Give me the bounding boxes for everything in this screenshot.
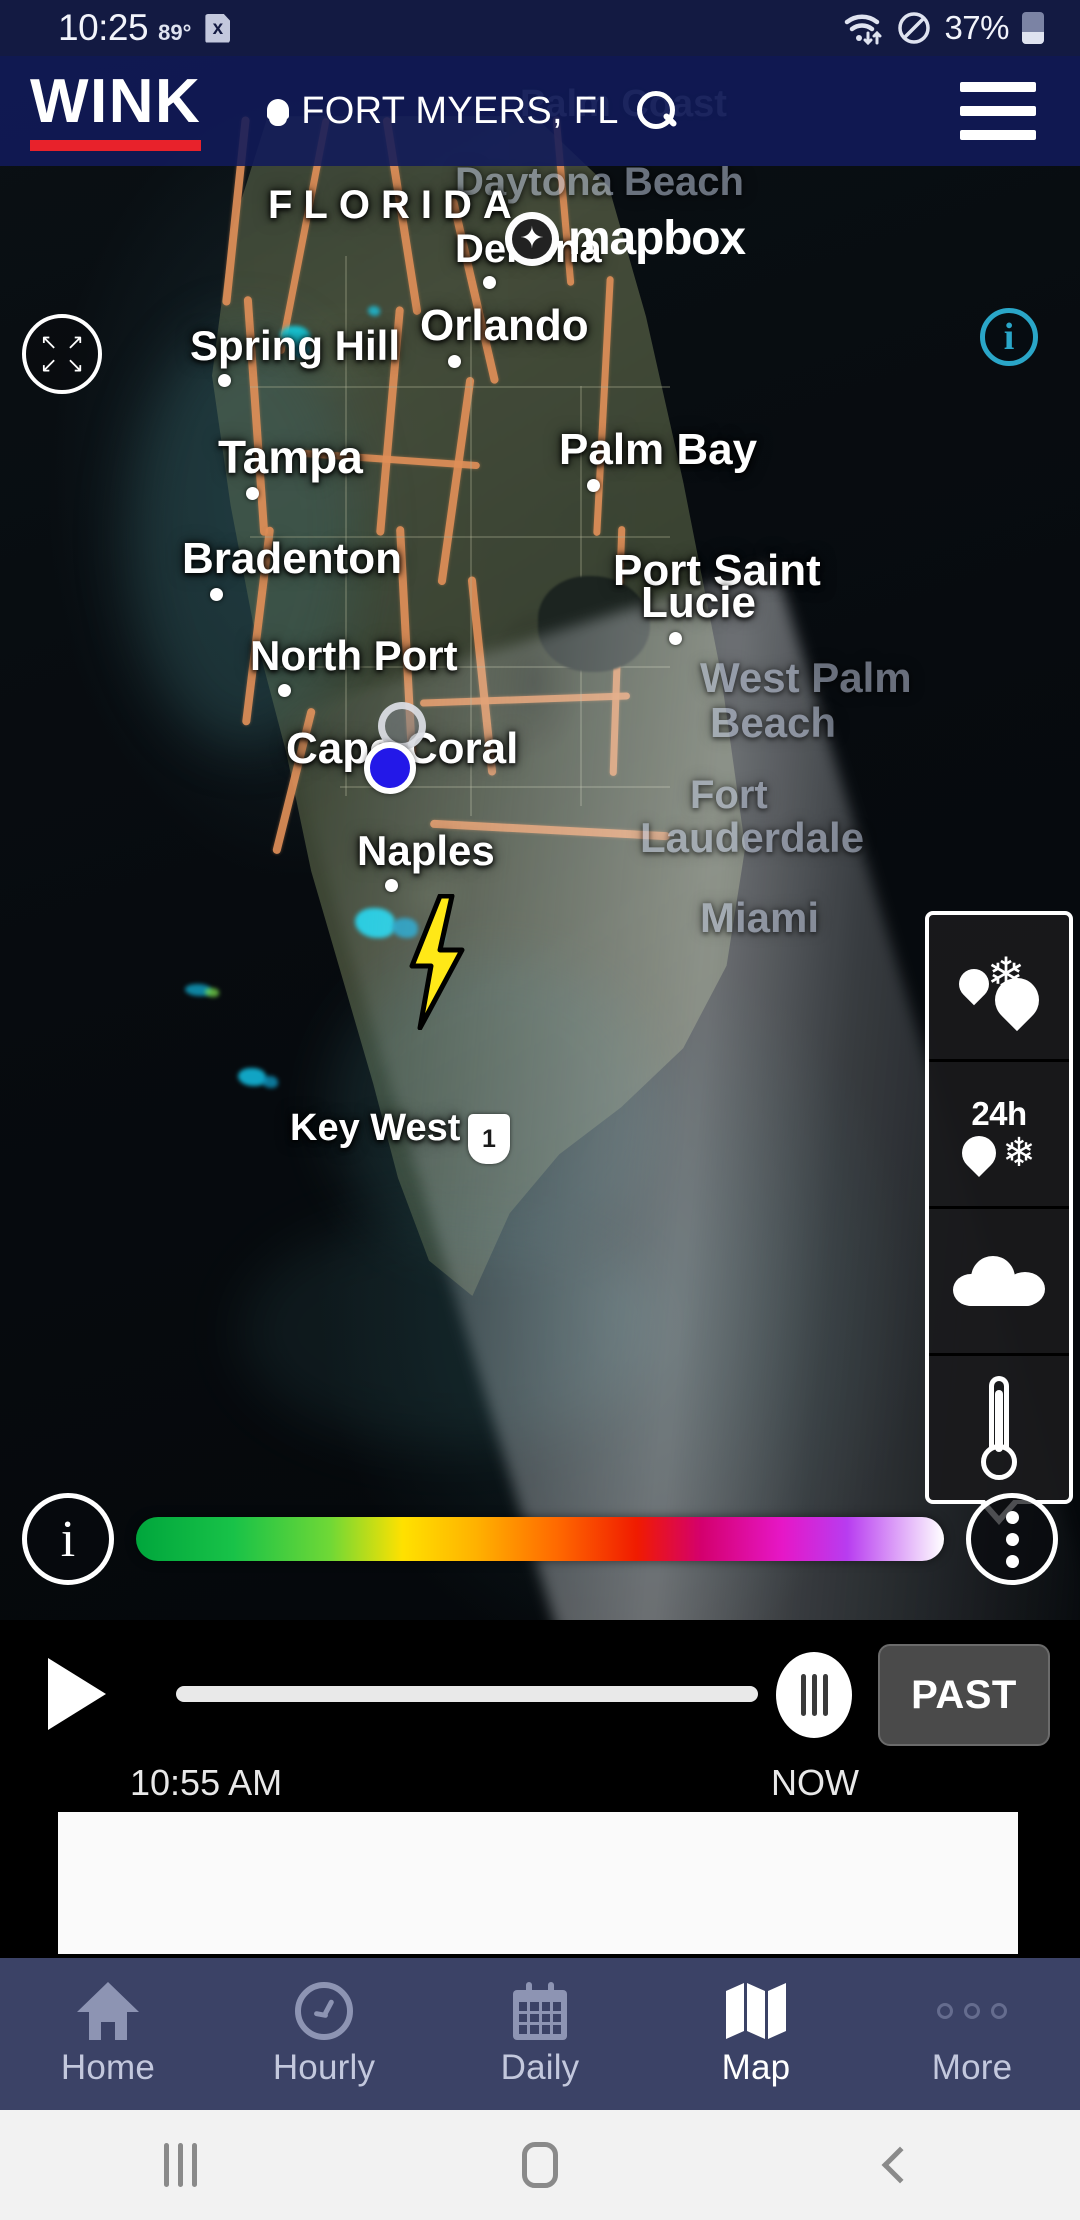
past-button-label: PAST (911, 1672, 1017, 1717)
layer-24h-label: 24h (971, 1095, 1027, 1132)
home-icon (77, 1980, 139, 2042)
nav-item-map[interactable]: Map (648, 1980, 864, 2088)
shallow-water-glow (330, 956, 660, 1256)
status-bar-left: 10:25 89° (0, 7, 231, 49)
county-boundary (470, 316, 472, 816)
play-icon[interactable] (48, 1658, 106, 1730)
battery-icon (1022, 12, 1044, 44)
sim-card-x-icon (205, 13, 231, 43)
map-city-dot (246, 487, 259, 500)
route-shield: 1 (468, 1114, 510, 1164)
county-boundary (250, 386, 670, 388)
map-city-dot (210, 588, 223, 601)
map-city-dot (669, 632, 682, 645)
nav-label-more: More (931, 2048, 1013, 2087)
nav-item-hourly[interactable]: Hourly (216, 1980, 432, 2088)
map-city-dot (278, 684, 291, 697)
home-pill-icon[interactable] (360, 2110, 720, 2220)
shallow-water-glow (240, 1216, 660, 1446)
map-icon (724, 1980, 788, 2042)
radar-echo (262, 1076, 278, 1088)
lake-okeechobee (538, 576, 650, 672)
mapbox-attribution[interactable]: ✦ mapbox (505, 211, 746, 266)
nav-item-daily[interactable]: Daily (432, 1980, 648, 2088)
scrubber-handle-icon[interactable] (776, 1652, 852, 1738)
map-city-dot (448, 355, 461, 368)
wink-logo-underline (30, 140, 202, 151)
radar-echo (292, 344, 310, 358)
app-screen: Palm CoastDaytona BeachDeltonaSpring Hil… (0, 0, 1080, 2220)
radar-legend-row: i (0, 1480, 1080, 1598)
bottom-navigation: Home Hourly Daily Map More (0, 1958, 1080, 2110)
radar-echo (368, 306, 380, 316)
current-location-dot[interactable] (364, 742, 416, 794)
cloud-icon (953, 1256, 1045, 1306)
map-city-dot (218, 374, 231, 387)
map-city-dot (483, 276, 496, 289)
recents-icon[interactable] (0, 2110, 360, 2220)
legend-info-button[interactable]: i (22, 1493, 114, 1585)
timeline-now-label: NOW (771, 1762, 859, 1803)
nav-label-map: Map (721, 2048, 791, 2087)
rain-drop-icon (955, 1128, 1004, 1178)
timeline-track[interactable] (176, 1686, 758, 1702)
legend-info-label: i (60, 1510, 76, 1568)
layer-option-radar[interactable]: ❄ (929, 915, 1069, 1062)
clock-icon (295, 1980, 353, 2042)
status-temperature: 89° (158, 20, 192, 45)
lightning-strike-icon (409, 894, 465, 1030)
wink-wordmark: WINK (30, 67, 202, 136)
battery-percent: 37% (944, 9, 1009, 46)
overflow-menu-icon[interactable] (966, 1493, 1058, 1585)
nav-label-hourly: Hourly (272, 2048, 376, 2087)
notification-bell-icon[interactable] (265, 96, 291, 126)
map-city-dot (385, 879, 398, 892)
status-bar-right: 37% (844, 9, 1080, 47)
nav-item-home[interactable]: Home (0, 1980, 216, 2088)
ad-banner[interactable] (58, 1812, 1018, 1954)
info-circle-icon[interactable]: i (980, 308, 1038, 366)
system-navigation-bar (0, 2110, 1080, 2220)
map-city-label: West Palm (700, 654, 912, 701)
hamburger-menu-icon[interactable] (960, 82, 1036, 140)
mapbox-wordmark: mapbox (568, 212, 746, 265)
weather-radar-map[interactable]: Palm CoastDaytona BeachDeltonaSpring Hil… (0, 56, 1080, 1716)
location-label: FORT MYERS, FL (301, 89, 619, 132)
wink-logo[interactable]: WINK (30, 67, 202, 151)
county-boundary (345, 256, 347, 796)
layer-option-clouds[interactable] (929, 1209, 1069, 1356)
mapbox-logo-icon: ✦ (505, 211, 559, 266)
layer-option-temperature[interactable] (929, 1356, 1069, 1500)
back-chevron-icon[interactable] (720, 2110, 1080, 2220)
radar-intensity-gradient (136, 1517, 944, 1561)
do-not-disturb-icon (898, 12, 931, 44)
route-number: 1 (482, 1124, 496, 1153)
status-time: 10:25 (58, 7, 149, 48)
calendar-icon (513, 1980, 567, 2042)
county-boundary (250, 536, 670, 538)
search-icon[interactable] (635, 89, 679, 133)
map-city-dot (587, 479, 600, 492)
radar-timeline: PAST 10:55 AM NOW (0, 1620, 1080, 1840)
more-dots-icon (937, 1980, 1007, 2042)
nav-item-more[interactable]: More (864, 1980, 1080, 2088)
map-layer-panel[interactable]: ❄ 24h ❄ (925, 911, 1073, 1504)
fullscreen-expand-icon[interactable]: ↖ ↗ ↙ ↘ (22, 314, 102, 394)
nav-label-home: Home (60, 2048, 156, 2087)
radar-echo (205, 988, 219, 997)
timeline-start-time: 10:55 AM (130, 1762, 283, 1803)
status-bar: 10:25 89° 37% (0, 0, 1080, 56)
nav-label-daily: Daily (500, 2048, 580, 2087)
layer-option-24h[interactable]: 24h ❄ (929, 1062, 1069, 1209)
thermometer-icon (979, 1376, 1019, 1480)
expand-arrows: ↖ ↗ ↙ ↘ (40, 331, 84, 377)
wifi-transfer-icon (845, 14, 882, 45)
app-header: WINK FORT MYERS, FL (0, 56, 1080, 166)
location-selector[interactable]: FORT MYERS, FL (265, 89, 678, 133)
past-button[interactable]: PAST (878, 1644, 1050, 1746)
snowflake-icon: ❄ (1002, 1131, 1036, 1175)
